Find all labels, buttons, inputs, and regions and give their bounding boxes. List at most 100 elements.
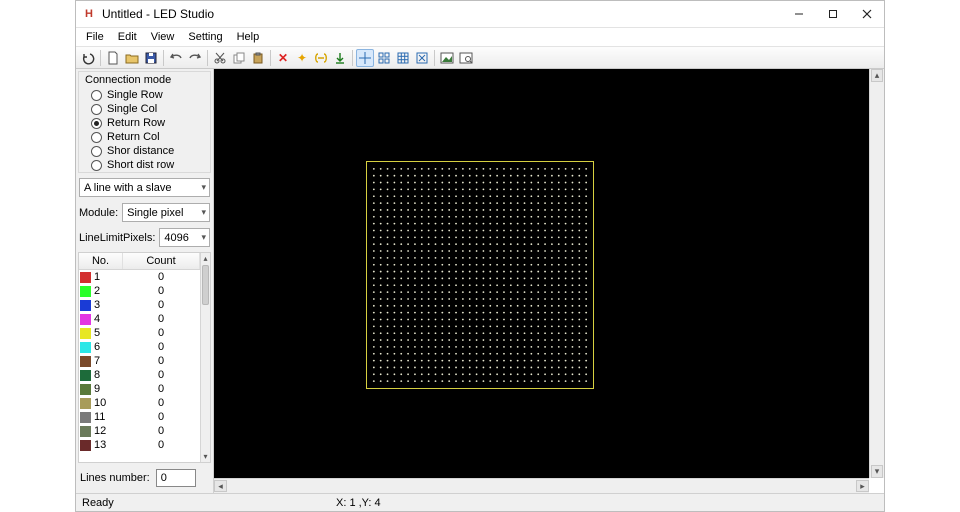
boxx-button[interactable] [413,49,431,67]
scroll-up-icon[interactable]: ▴ [201,253,210,264]
table-scrollbar[interactable]: ▴ ▾ [200,253,210,462]
radio-label: Short dist row [107,159,174,171]
color-swatch [80,398,91,409]
minimize-button[interactable] [782,1,816,27]
open-button[interactable] [123,49,141,67]
row-count: 0 [122,299,200,311]
row-count: 0 [122,313,200,325]
linelimit-value: 4096 [164,232,188,244]
radio-icon [91,146,102,157]
scroll-up-icon[interactable]: ▴ [871,69,883,82]
linelimit-label: LineLimitPixels: [79,232,155,244]
redo-button[interactable] [186,49,204,67]
table-row[interactable]: 80 [79,368,200,382]
undo-button[interactable] [79,49,97,67]
radio-shor-distance[interactable]: Shor distance [79,144,210,158]
radio-icon [91,104,102,115]
picture-button[interactable] [438,49,456,67]
table-row[interactable]: 110 [79,410,200,424]
row-count: 0 [122,327,200,339]
table-row[interactable]: 20 [79,284,200,298]
link-button[interactable] [312,49,330,67]
radio-label: Return Col [107,131,160,143]
table-row[interactable]: 30 [79,298,200,312]
row-no: 9 [91,383,122,395]
delete-button[interactable]: ✕ [274,49,292,67]
module-combo[interactable]: Single pixel ▾ [122,203,210,222]
menubar: File Edit View Setting Help [76,28,884,47]
module-label: Module: [79,207,118,219]
row-count: 0 [122,425,200,437]
copy-button[interactable] [230,49,248,67]
led-grid-panel[interactable] [366,161,594,389]
table-row[interactable]: 50 [79,326,200,340]
maximize-button[interactable] [816,1,850,27]
lines-number-input[interactable]: 0 [156,469,196,487]
color-swatch [80,440,91,451]
menu-view[interactable]: View [145,30,181,44]
row-no: 4 [91,313,122,325]
canvas-hscroll[interactable]: ◂ ▸ [214,478,869,493]
menu-edit[interactable]: Edit [112,30,143,44]
color-swatch [80,272,91,283]
color-swatch [80,342,91,353]
slave-combo[interactable]: A line with a slave ▾ [79,178,210,197]
scroll-thumb[interactable] [202,265,209,305]
new-button[interactable] [104,49,122,67]
scroll-down-icon[interactable]: ▾ [201,451,210,462]
undo2-button[interactable] [167,49,185,67]
radio-icon [91,132,102,143]
radio-label: Single Col [107,103,157,115]
star-button[interactable]: ✦ [293,49,311,67]
table-row[interactable]: 70 [79,354,200,368]
row-no: 5 [91,327,122,339]
table-row[interactable]: 40 [79,312,200,326]
grid4-button[interactable] [375,49,393,67]
color-swatch [80,300,91,311]
app-icon: H [82,7,96,21]
row-no: 1 [91,271,122,283]
row-no: 3 [91,299,122,311]
lines-number-label: Lines number: [80,472,150,484]
table-row[interactable]: 60 [79,340,200,354]
cut-button[interactable] [211,49,229,67]
download-button[interactable] [331,49,349,67]
row-no: 7 [91,355,122,367]
scroll-right-icon[interactable]: ▸ [856,480,869,492]
menu-help[interactable]: Help [231,30,266,44]
row-count: 0 [122,439,200,451]
linelimit-combo[interactable]: 4096 ▾ [159,228,210,247]
save-button[interactable] [142,49,160,67]
th-no[interactable]: No. [79,253,123,269]
scroll-left-icon[interactable]: ◂ [214,480,227,492]
color-swatch [80,328,91,339]
menu-setting[interactable]: Setting [182,30,228,44]
table-row[interactable]: 90 [79,382,200,396]
th-count[interactable]: Count [123,253,200,269]
radio-single-col[interactable]: Single Col [79,102,210,116]
radio-label: Return Row [107,117,165,129]
close-button[interactable] [850,1,884,27]
table-row[interactable]: 130 [79,438,200,452]
canvas-area: ▴ ▾ ◂ ▸ [214,69,884,493]
radio-return-row[interactable]: Return Row [79,116,210,130]
radio-label: Shor distance [107,145,174,157]
radio-return-col[interactable]: Return Col [79,130,210,144]
radio-single-row[interactable]: Single Row [79,88,210,102]
grid9-button[interactable] [394,49,412,67]
scroll-down-icon[interactable]: ▾ [871,465,883,478]
toolbar: ✕ ✦ [76,47,884,69]
canvas[interactable] [214,69,869,478]
menu-file[interactable]: File [80,30,110,44]
picture-search-button[interactable] [457,49,475,67]
crosshair-button[interactable] [356,49,374,67]
radio-icon [91,160,102,171]
canvas-vscroll[interactable]: ▴ ▾ [869,69,884,478]
paste-button[interactable] [249,49,267,67]
table-row[interactable]: 120 [79,424,200,438]
table-row[interactable]: 10 [79,270,200,284]
radio-short-dist-row[interactable]: Short dist row [79,158,210,172]
app-window: H Untitled - LED Studio File Edit View S… [75,0,885,512]
table-row[interactable]: 100 [79,396,200,410]
chevron-down-icon: ▾ [201,207,206,218]
